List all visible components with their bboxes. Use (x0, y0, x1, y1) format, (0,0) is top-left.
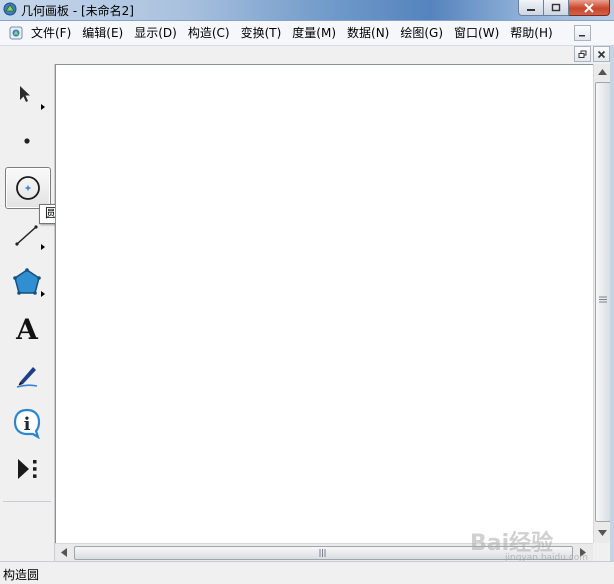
pentagon-shape (14, 269, 40, 294)
arrow-select-icon (20, 86, 30, 102)
minimize-icon (527, 8, 535, 11)
grip-icon (599, 296, 607, 303)
custom-tool[interactable] (4, 448, 50, 490)
mdi-restore-button[interactable] (574, 46, 591, 62)
svg-text:i: i (24, 414, 31, 435)
sketchpad-app-icon (3, 2, 17, 16)
submenu-arrow (41, 104, 45, 110)
restore-icon (578, 50, 586, 58)
menu-measure[interactable]: 度量(M) (288, 25, 340, 41)
window-title: 几何画板 - [未命名2] (21, 4, 134, 18)
minimize-icon (579, 35, 585, 37)
menu-display[interactable]: 显示(D) (130, 25, 181, 41)
mdi-minimize-button[interactable] (574, 25, 591, 41)
scroll-left-icon[interactable] (61, 548, 67, 557)
vertical-scroll-thumb[interactable] (595, 82, 611, 522)
menu-help[interactable]: 帮助(H) (506, 25, 556, 41)
maximize-icon (551, 3, 561, 12)
document-icon[interactable] (9, 26, 23, 40)
scroll-corner (593, 543, 610, 560)
caption-buttons (518, 0, 610, 16)
submenu-arrow (41, 291, 45, 297)
maximize-button[interactable] (544, 0, 569, 16)
pen-marker-icon (16, 367, 38, 388)
pentagon-icon (13, 268, 41, 295)
title-bar[interactable]: 几何画板 - [未命名2] (0, 0, 614, 21)
close-icon (584, 2, 594, 13)
menu-edit[interactable]: 编辑(E) (78, 25, 127, 41)
scroll-up-icon[interactable] (598, 69, 607, 75)
arrow-tool[interactable] (4, 74, 50, 116)
minimize-button[interactable] (518, 0, 544, 16)
menu-items: 文件(F) 编辑(E) 显示(D) 构造(C) 变换(T) 度量(M) 数据(N… (27, 25, 560, 41)
mdi-close-button[interactable] (593, 46, 610, 62)
submenu-arrow (41, 244, 45, 250)
grip-icon (319, 549, 326, 557)
menu-window[interactable]: 窗口(W) (450, 25, 503, 41)
circle-compass-icon (16, 176, 40, 200)
close-icon (597, 50, 606, 58)
text-tool[interactable]: A (4, 308, 50, 350)
line-segment-icon (15, 225, 38, 246)
toolbar-divider (3, 501, 51, 502)
point-icon (24, 138, 30, 144)
information-tool[interactable]: i (4, 402, 50, 444)
menu-bar: 文件(F) 编辑(E) 显示(D) 构造(C) 变换(T) 度量(M) 数据(N… (0, 21, 614, 46)
scroll-down-icon[interactable] (598, 530, 607, 536)
menu-data[interactable]: 数据(N) (343, 25, 393, 41)
sketch-canvas[interactable] (55, 64, 593, 544)
menu-transform[interactable]: 变换(T) (237, 25, 286, 41)
vertical-scrollbar[interactable] (593, 64, 611, 543)
toolbox: A i (0, 64, 55, 561)
marker-tool[interactable] (4, 355, 50, 397)
status-text: 构造圆 (3, 568, 40, 582)
menu-construct[interactable]: 构造(C) (184, 25, 234, 41)
menu-graph[interactable]: 绘图(G) (396, 25, 447, 41)
play-more-icon (18, 459, 37, 479)
polygon-tool[interactable] (4, 261, 50, 303)
menu-file[interactable]: 文件(F) (27, 25, 75, 41)
point-tool[interactable] (4, 120, 50, 162)
window-frame-edge (610, 45, 614, 561)
info-icon: i (13, 408, 41, 439)
status-bar: 构造圆 (0, 561, 614, 584)
compass-tool[interactable] (5, 167, 51, 209)
letter-a-icon: A (16, 312, 38, 346)
close-button[interactable] (569, 0, 610, 16)
watermark-brand: Bai (470, 531, 510, 556)
